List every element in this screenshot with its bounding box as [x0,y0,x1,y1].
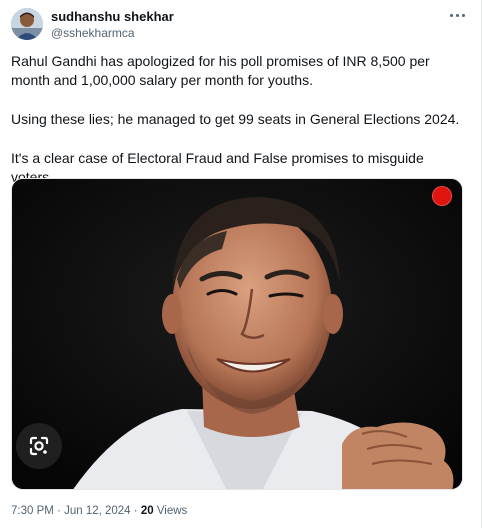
lens-glyph [29,436,49,456]
tweet-text-paragraph-2: Using these lies; he managed to get 99 s… [11,111,460,127]
author-avatar[interactable] [11,8,43,40]
tweet-text-paragraph-1: Rahul Gandhi has apologized for his poll… [11,53,430,88]
views-count: 20 [140,505,154,517]
tweet-time[interactable]: 7:30 PM [11,505,54,517]
author-handle[interactable]: @sshekharmca [51,26,135,40]
red-dot-icon [432,186,452,206]
google-lens-icon[interactable] [16,423,62,469]
meta-separator: · [57,505,61,517]
tweet-date[interactable]: Jun 12, 2024 [64,505,131,517]
more-icon[interactable] [446,6,468,24]
photo-illustration [12,179,462,489]
tweet-card: sudhanshu shekhar @sshekharmca Rahul Gan… [0,0,482,528]
meta-separator: · [133,505,138,517]
views-label: Views [156,505,188,517]
tweet-photo[interactable] [11,178,463,490]
avatar-image [11,8,43,40]
author-name[interactable]: sudhanshu shekhar [51,9,174,25]
tweet-meta: 7:30 PM · Jun 12, 2024 · 20 Views [11,503,187,519]
